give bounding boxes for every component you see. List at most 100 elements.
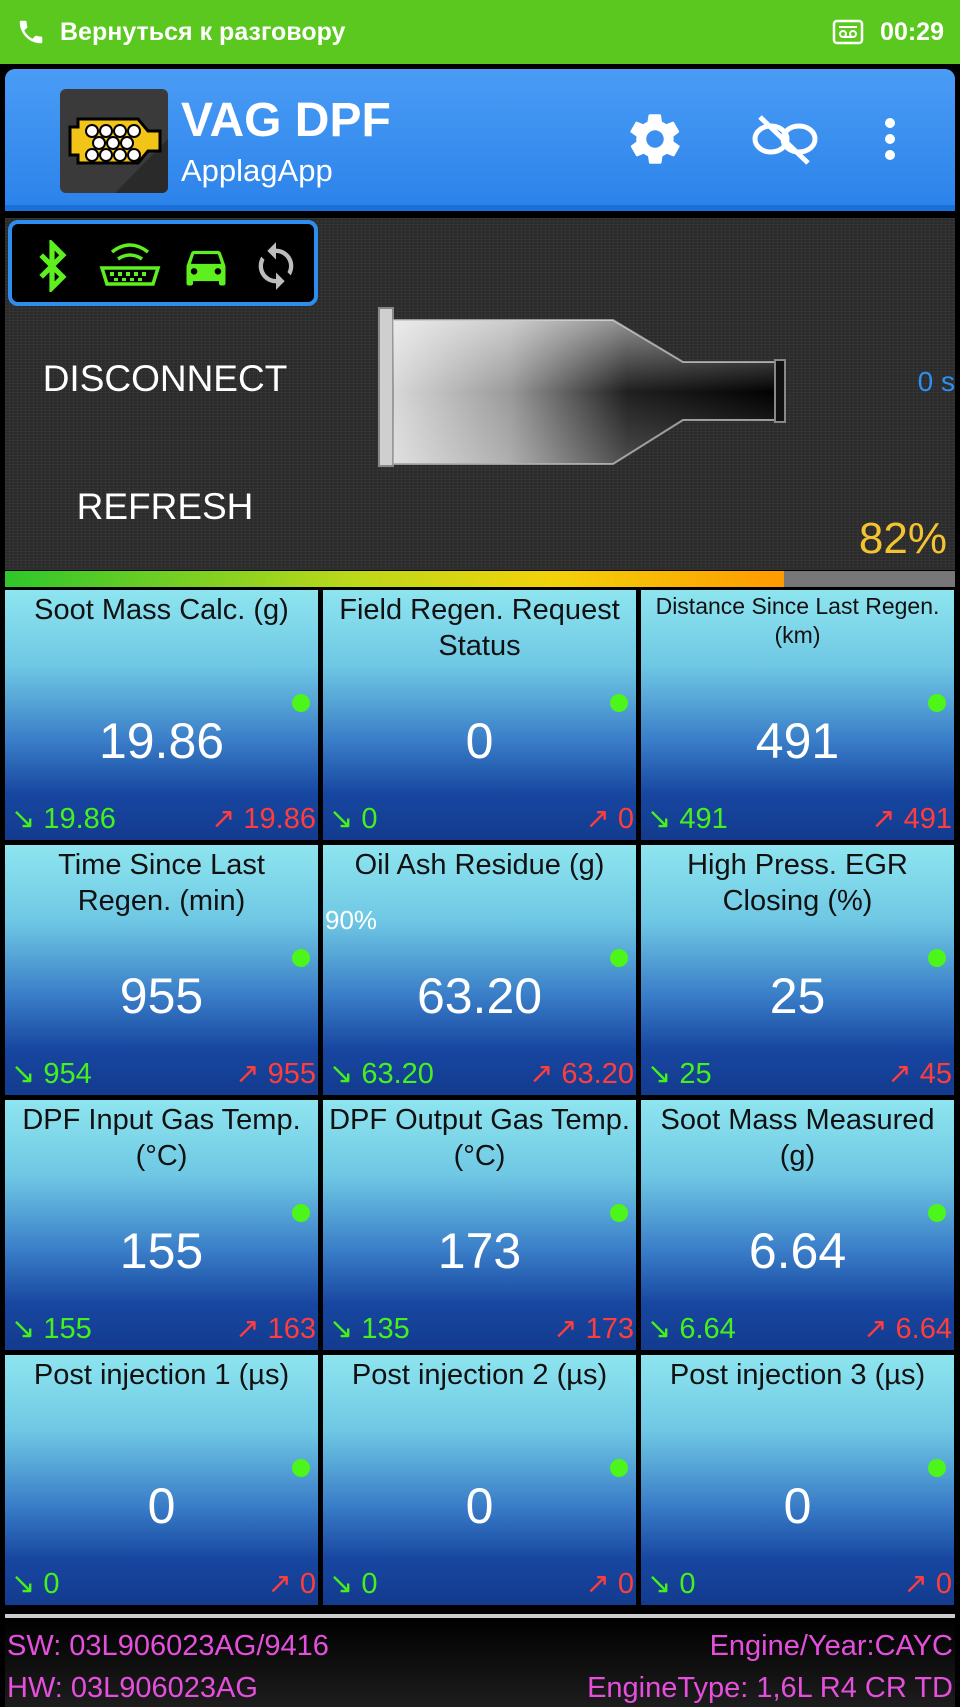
tile-max: ↗ 0 [268,1566,317,1601]
tile-value: 0 [147,1478,176,1534]
app-subtitle: ApplagApp [181,153,333,188]
tile-min: ↘ 491 [647,801,728,836]
refresh-button[interactable]: REFRESH [5,486,325,528]
parameter-tile[interactable]: Post injection 3 (µs) 0 ↘ 0 ↗ 0 [641,1355,954,1605]
bluetooth-icon [39,240,67,292]
arrow-down-icon: ↘ [647,1568,680,1600]
disconnect-button[interactable]: DISCONNECT [5,358,325,400]
status-dot-icon [928,1459,946,1477]
tile-min-value: 491 [679,803,728,835]
status-dot-icon [292,949,310,967]
tile-label: Post injection 3 (µs) [669,1359,926,1391]
status-dot-icon [610,694,628,712]
parameter-tile[interactable]: Post injection 1 (µs) 0 ↘ 0 ↗ 0 [5,1355,318,1605]
tile-max-value: 0 [935,1568,952,1600]
tile-max: ↗ 173 [553,1311,634,1346]
tile-value: 6.64 [748,1223,847,1279]
tile-min: ↘ 0 [329,801,378,836]
status-dot-icon [928,1204,946,1222]
timer-readout: 0 s [917,366,955,397]
status-dot-icon [292,1204,310,1222]
parameter-tile[interactable]: High Press. EGR Closing (%) 25 ↘ 25 ↗ 45 [641,845,954,1095]
tile-value: 19.86 [98,713,225,769]
arrow-up-icon: ↗ [553,1313,586,1345]
tile-label: Soot Mass Measured (g) [660,1104,935,1172]
status-dot-icon [610,1204,628,1222]
tile-value: 0 [465,1478,494,1534]
ecu-info-footer: SW: 03L906023AG/9416 HW: 03L906023AG Eng… [5,1614,955,1707]
tile-value: 0 [465,713,494,769]
parameter-tile[interactable]: Oil Ash Residue (g) 90% 63.20 ↘ 63.20 ↗ 63.2… [323,845,636,1095]
parameter-tile[interactable]: Field Regen. Request Status 0 ↘ 0 ↗ 0 [323,590,636,840]
arrow-down-icon: ↘ [329,803,362,835]
tile-max: ↗ 6.64 [863,1311,952,1346]
tile-max-value: 63.20 [561,1058,634,1090]
voicemail-icon [832,19,864,45]
tile-min: ↘ 63.20 [329,1056,434,1091]
tile-value: 173 [437,1223,522,1279]
arrow-down-icon: ↘ [329,1313,362,1345]
parameter-tile[interactable]: Time Since Last Regen. (min) 955 ↘ 954 ↗ 95… [5,845,318,1095]
arrow-down-icon: ↘ [329,1568,362,1600]
arrow-up-icon: ↗ [585,1568,618,1600]
parameter-tile[interactable]: DPF Input Gas Temp. (°C) 155 ↘ 155 ↗ 163 [5,1100,318,1350]
overflow-menu-icon[interactable] [875,109,905,169]
connection-status-box [8,220,318,306]
parameter-tile[interactable]: Soot Mass Calc. (g) 19.86 ↘ 19.86 ↗ 19.86 [5,590,318,840]
status-dot-icon [928,694,946,712]
parameter-tile[interactable]: DPF Output Gas Temp. (°C) 173 ↘ 135 ↗ 173 [323,1100,636,1350]
tile-label: Distance Since Last Regen. (km) [655,593,940,648]
arrow-down-icon: ↘ [11,1058,44,1090]
tile-max: ↗ 163 [235,1311,316,1346]
app-logo-icon [60,89,168,193]
engine-type: EngineType: 1,6L R4 CR TD [587,1672,953,1704]
dpf-status-panel: DISCONNECT REFRESH 0 s 82% [5,218,955,570]
tile-value: 0 [783,1478,812,1534]
tile-max-value: 955 [267,1058,316,1090]
tile-label: Post injection 1 (µs) [33,1359,290,1391]
app-title: VAG DPF [181,94,391,147]
tile-min-value: 155 [43,1313,92,1345]
arrow-down-icon: ↘ [329,1058,362,1090]
tile-label: Post injection 2 (µs) [351,1359,608,1391]
software-version: SW: 03L906023AG/9416 [7,1630,329,1662]
tile-min-value: 954 [43,1058,92,1090]
tile-value: 955 [119,968,204,1024]
parameter-tile[interactable]: Soot Mass Measured (g) 6.64 ↘ 6.64 ↗ 6.64 [641,1100,954,1350]
tile-label: DPF Input Gas Temp. (°C) [22,1104,301,1172]
status-bar[interactable]: Вернуться к разговору 00:29 [0,0,960,64]
arrow-up-icon: ↗ [887,1058,920,1090]
status-dot-icon [292,1459,310,1477]
settings-icon[interactable] [625,109,685,169]
tile-max: ↗ 63.20 [529,1056,634,1091]
tile-max-value: 163 [267,1313,316,1345]
no-link-icon[interactable] [750,109,820,169]
tile-max-value: 0 [299,1568,316,1600]
tile-label: Time Since Last Regen. (min) [58,849,265,917]
tile-min: ↘ 954 [11,1056,92,1091]
tile-min: ↘ 0 [647,1566,696,1601]
tile-max-value: 491 [903,803,952,835]
tile-max-value: 6.64 [895,1313,952,1345]
tile-label: High Press. EGR Closing (%) [687,849,908,917]
tile-extra-percent: 90% [325,905,378,935]
tile-max: ↗ 0 [586,1566,635,1601]
tile-max: ↗ 45 [887,1056,952,1091]
status-dot-icon [292,694,310,712]
parameter-tile[interactable]: Post injection 2 (µs) 0 ↘ 0 ↗ 0 [323,1355,636,1605]
tile-min: ↘ 25 [647,1056,712,1091]
tile-min-value: 19.86 [43,803,116,835]
obd-adapter-icon [99,243,161,286]
tile-min-value: 135 [361,1313,410,1345]
tile-min-value: 25 [679,1058,712,1090]
tile-max-value: 0 [617,1568,634,1600]
tile-max-value: 173 [585,1313,634,1345]
tile-label: DPF Output Gas Temp. (°C) [329,1104,630,1172]
return-to-call-text[interactable]: Вернуться к разговору [60,18,832,47]
tile-min-value: 0 [361,803,378,835]
parameter-tile[interactable]: Distance Since Last Regen. (km) 491 ↘ 491 ↗… [641,590,954,840]
engine-year: Engine/Year:CAYC [709,1630,953,1662]
arrow-down-icon: ↘ [647,1058,680,1090]
arrow-up-icon: ↗ [863,1313,896,1345]
tile-label: Oil Ash Residue (g) [354,849,605,881]
